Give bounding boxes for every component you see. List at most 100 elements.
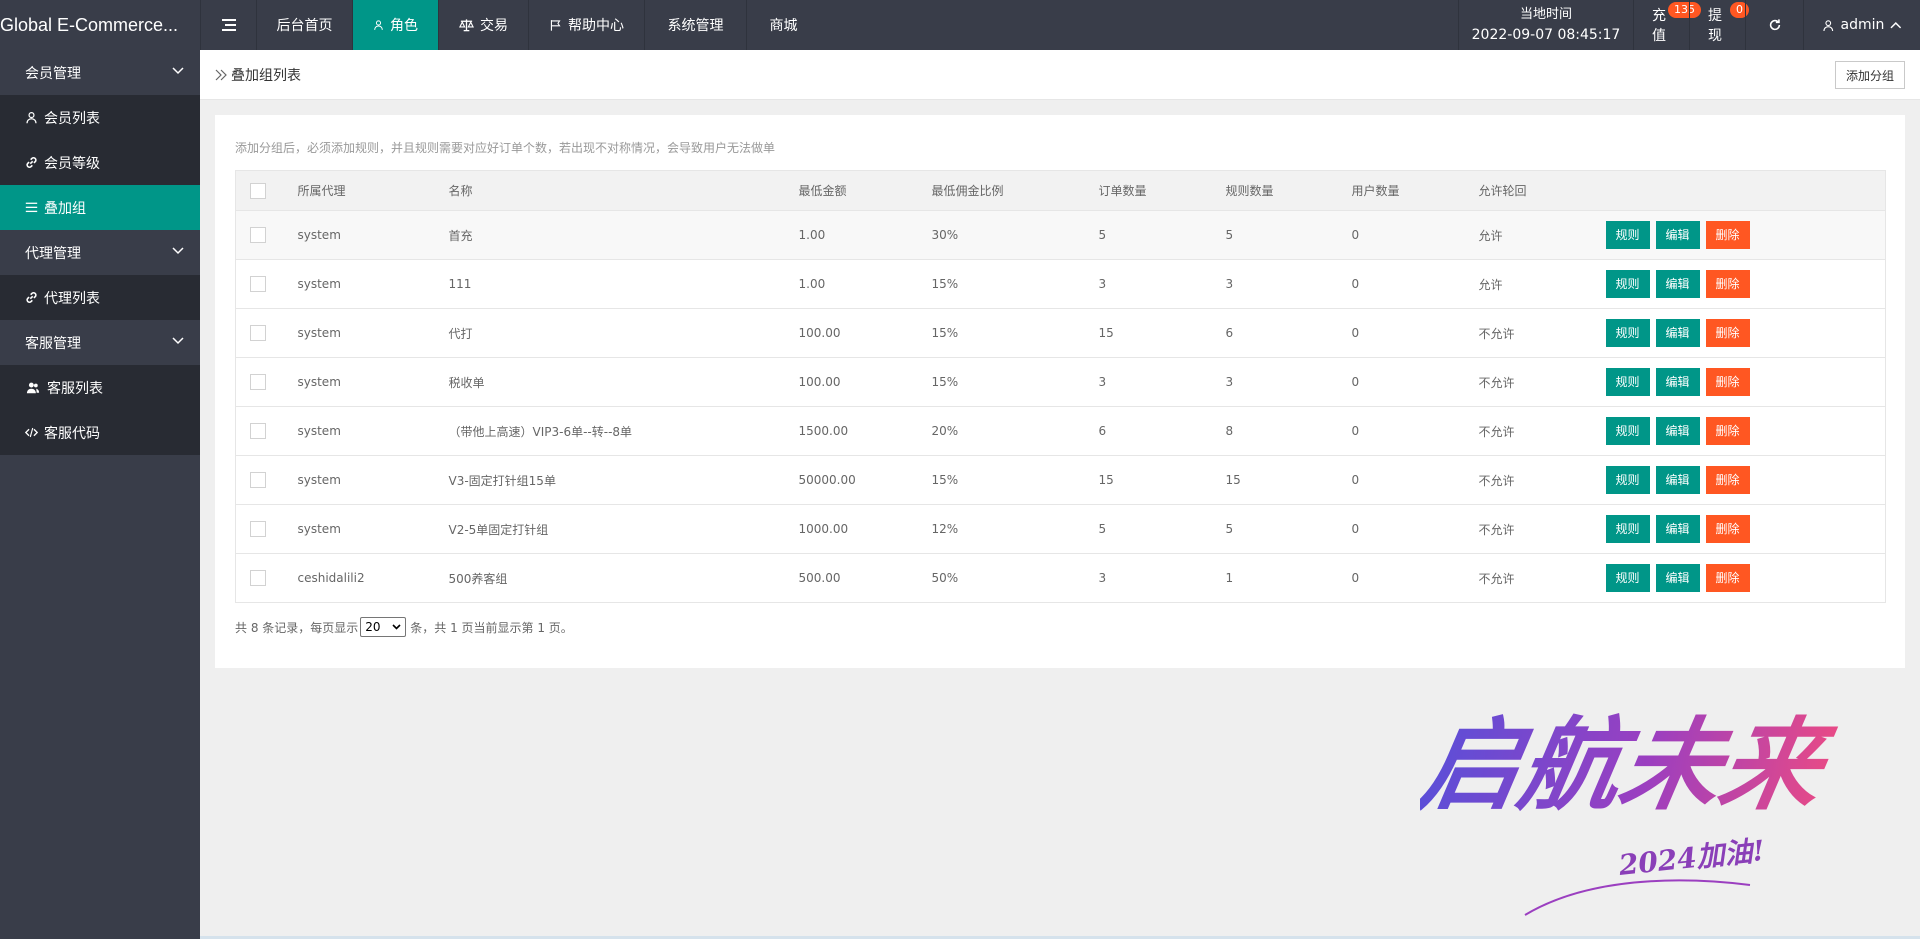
pager-prefix: 共 8 条记录，每页显示 [235,620,359,635]
cell-rule-count: 3 [1215,357,1342,407]
recharge-button[interactable]: 充值 135 [1633,0,1701,50]
col-name[interactable]: 名称 [438,170,789,211]
edit-button[interactable]: 编辑 [1655,319,1700,347]
row-checkbox[interactable] [250,570,266,586]
table-row[interactable]: system 代打 100.00 15% 15 6 0 不允许 规则 编辑 删除 [235,308,1886,358]
sidebar-item-stack-group[interactable]: 叠加组 [0,185,200,230]
cell-name: 代打 [438,308,789,358]
table-row[interactable]: system 税收单 100.00 15% 3 3 0 不允许 规则 编辑 删除 [235,357,1886,407]
select-all-checkbox[interactable] [250,182,266,199]
sidebar-item-label: 代理列表 [44,290,100,307]
edit-button[interactable]: 编辑 [1655,270,1700,298]
table-row[interactable]: system V2-5单固定打针组 1000.00 12% 5 5 0 不允许 规则 编辑 删除 [235,504,1886,554]
table-row[interactable]: system 111 1.00 15% 3 3 0 允许 规则 编辑 删除 [235,259,1886,309]
row-checkbox[interactable] [250,423,266,439]
delete-button[interactable]: 删除 [1705,564,1750,592]
cell-min-commission: 15% [921,308,1089,358]
delete-button[interactable]: 删除 [1705,221,1750,249]
rule-button[interactable]: 规则 [1605,564,1650,592]
menu-toggle-button[interactable] [200,0,256,50]
cell-agent: system [287,504,439,554]
col-allow-loop[interactable]: 允许轮回 [1468,170,1596,211]
edit-button[interactable]: 编辑 [1655,221,1700,249]
col-min-amount[interactable]: 最低金额 [788,170,922,211]
col-rule-count[interactable]: 规则数量 [1215,170,1342,211]
rule-button[interactable]: 规则 [1605,466,1650,494]
page-size-select[interactable]: 20 [360,617,407,637]
nav-role[interactable]: 角色 [352,0,438,50]
row-checkbox[interactable] [250,521,266,537]
user-menu[interactable]: admin [1803,0,1920,50]
chevron-down-icon [392,624,401,630]
row-checkbox[interactable] [250,325,266,341]
cell-agent: ceshidalili2 [287,553,439,603]
list-icon [25,202,38,213]
cell-allow-loop: 不允许 [1468,357,1596,407]
cell-agent: system [287,455,439,505]
rule-button[interactable]: 规则 [1605,221,1650,249]
row-checkbox[interactable] [250,374,266,390]
add-group-button[interactable]: 添加分组 [1834,61,1905,89]
watermark: 启航未来 2024加油! [1420,706,1843,916]
edit-button[interactable]: 编辑 [1655,368,1700,396]
sidebar-group-agent[interactable]: 代理管理 [0,230,200,275]
nav-shop[interactable]: 商城 [746,0,820,50]
sidebar-group-label: 客服管理 [25,335,81,352]
delete-button[interactable]: 删除 [1705,417,1750,445]
sidebar-group-service[interactable]: 客服管理 [0,320,200,365]
nav-dashboard[interactable]: 后台首页 [256,0,352,50]
col-order-count[interactable]: 订单数量 [1088,170,1216,211]
edit-button[interactable]: 编辑 [1655,515,1700,543]
rule-button[interactable]: 规则 [1605,368,1650,396]
row-checkbox[interactable] [250,472,266,488]
edit-button[interactable]: 编辑 [1655,417,1700,445]
nav-system[interactable]: 系统管理 [644,0,746,50]
refresh-button[interactable] [1745,0,1803,50]
chevron-down-icon [172,247,184,255]
col-user-count[interactable]: 用户数量 [1341,170,1469,211]
cell-name: 税收单 [438,357,789,407]
flag-icon [550,20,561,31]
sidebar-item-service-list[interactable]: 客服列表 [0,365,200,410]
edit-button[interactable]: 编辑 [1655,466,1700,494]
row-checkbox[interactable] [250,276,266,292]
delete-button[interactable]: 删除 [1705,368,1750,396]
edit-button[interactable]: 编辑 [1655,564,1700,592]
cell-rule-count: 8 [1215,406,1342,456]
page-size-value: 20 [365,620,381,634]
cell-rule-count: 1 [1215,553,1342,603]
sidebar-item-agent-list[interactable]: 代理列表 [0,275,200,320]
chevron-down-icon [172,337,184,345]
withdraw-button[interactable]: 提现 0 [1689,0,1749,50]
col-agent[interactable]: 所属代理 [287,170,439,211]
table-row[interactable]: ceshidalili2 500养客组 500.00 50% 3 1 0 不允许 规则 编辑 删除 [235,553,1886,603]
table-body: system 首充 1.00 30% 5 5 0 允许 规则 编辑 删除 system 111 1.00 1… [235,210,1886,603]
cell-min-amount: 1500.00 [788,406,922,456]
delete-button[interactable]: 删除 [1705,270,1750,298]
watermark-subtext: 2024加油! [1616,834,1766,882]
nav-trade[interactable]: 交易 [438,0,528,50]
nav-help[interactable]: 帮助中心 [528,0,644,50]
rule-button[interactable]: 规则 [1605,515,1650,543]
col-min-commission[interactable]: 最低佣金比例 [921,170,1089,211]
rule-button[interactable]: 规则 [1605,417,1650,445]
delete-button[interactable]: 删除 [1705,466,1750,494]
cell-rule-count: 5 [1215,504,1342,554]
table-row[interactable]: system 首充 1.00 30% 5 5 0 允许 规则 编辑 删除 [235,210,1886,260]
sidebar-item-member-list[interactable]: 会员列表 [0,95,200,140]
cell-rule-count: 3 [1215,259,1342,309]
sidebar-item-member-level[interactable]: 会员等级 [0,140,200,185]
top-bar: Global E-Commerce... 后台首页 角色 交易 帮助中心 系统管… [0,0,1920,50]
rule-button[interactable]: 规则 [1605,319,1650,347]
delete-button[interactable]: 删除 [1705,515,1750,543]
sidebar-item-service-code[interactable]: 客服代码 [0,410,200,455]
sidebar-group-member[interactable]: 会员管理 [0,50,200,95]
cell-allow-loop: 不允许 [1468,455,1596,505]
row-checkbox[interactable] [250,227,266,243]
table-row[interactable]: system V3-固定打针组15单 50000.00 15% 15 15 0 不允许 规则 编辑… [235,455,1886,505]
rule-button[interactable]: 规则 [1605,270,1650,298]
delete-button[interactable]: 删除 [1705,319,1750,347]
cell-min-amount: 500.00 [788,553,922,603]
cell-min-amount: 1000.00 [788,504,922,554]
table-row[interactable]: system （带他上高速）VIP3-6单--转--8单 1500.00 20% 6 8 0… [235,406,1886,456]
